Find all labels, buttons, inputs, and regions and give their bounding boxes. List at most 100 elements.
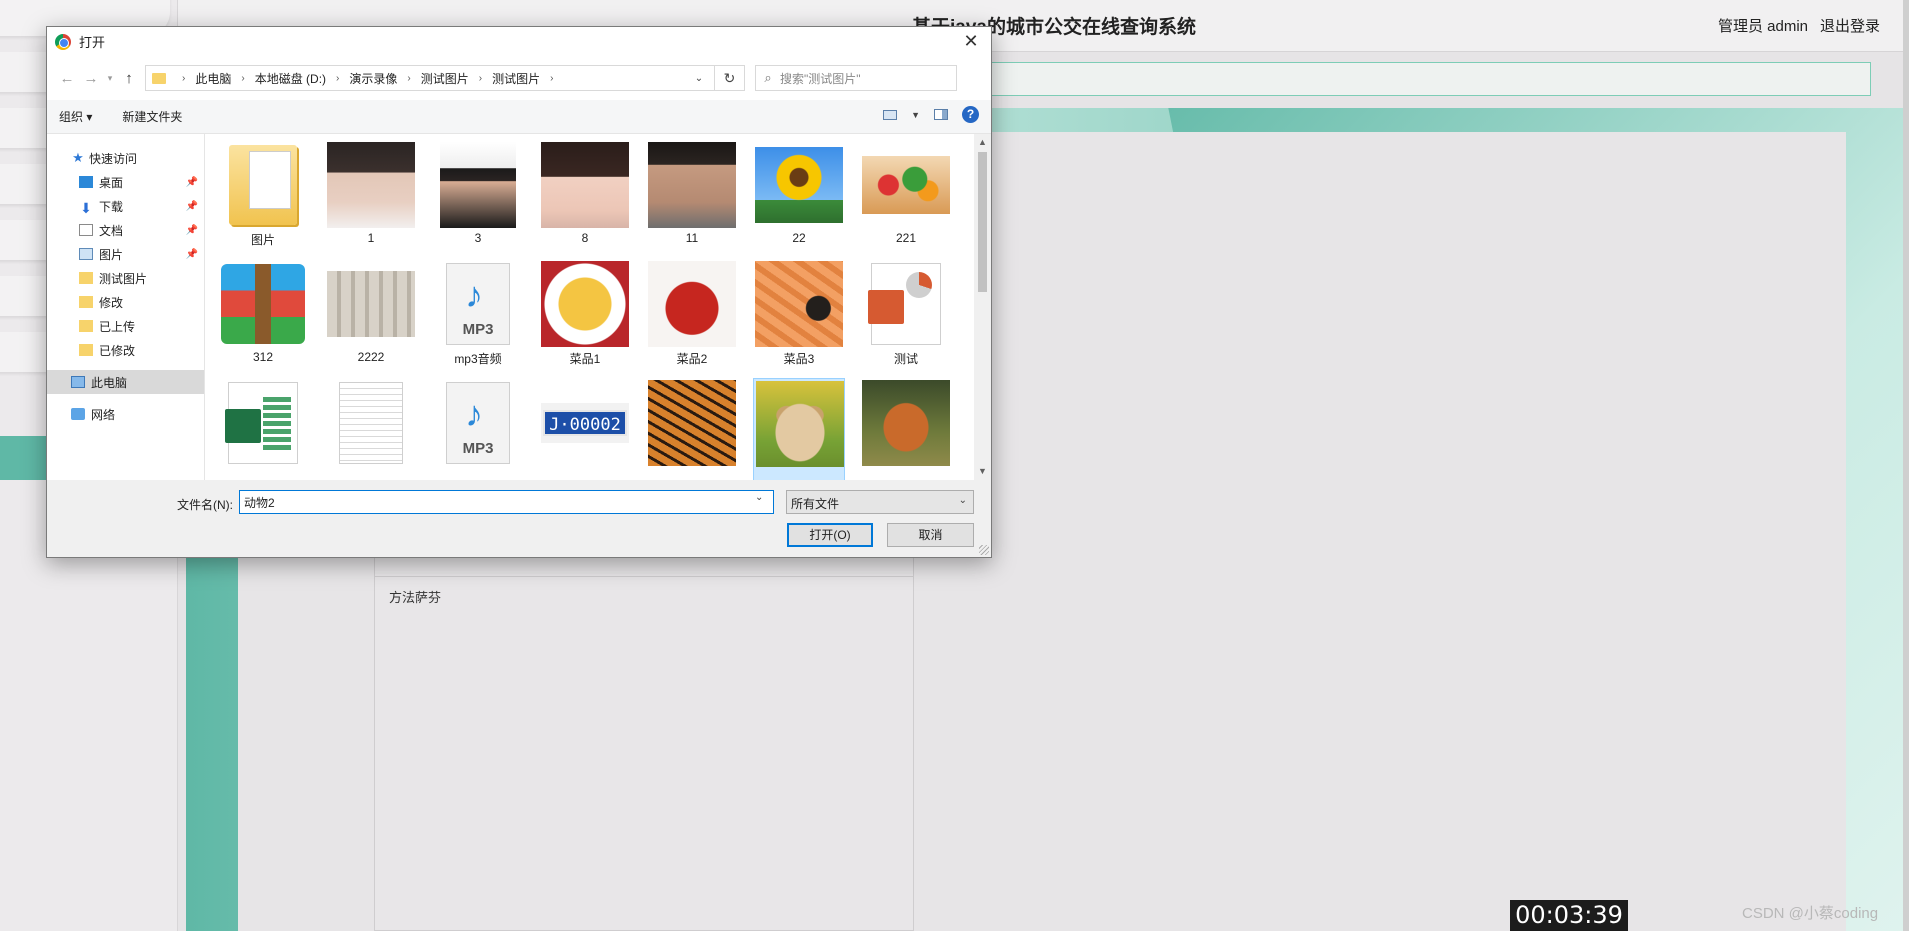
- scroll-up-icon[interactable]: ▲: [974, 134, 991, 151]
- chevron-down-icon: ▾: [107, 72, 113, 83]
- page-scrollbar[interactable]: [1903, 0, 1909, 931]
- preview-pane-icon[interactable]: [934, 109, 948, 120]
- file-item[interactable]: 测试: [860, 259, 952, 367]
- change-view-icon[interactable]: [883, 109, 898, 120]
- file-item-selected[interactable]: [753, 378, 845, 480]
- image-thumbnail: [755, 261, 843, 347]
- file-item[interactable]: 312: [217, 259, 309, 367]
- file-item[interactable]: [646, 378, 738, 480]
- view-options-caret-icon[interactable]: ▼: [911, 110, 920, 120]
- organize-menu[interactable]: 组织 ▾: [59, 108, 92, 125]
- recent-locations-button[interactable]: ▾: [103, 66, 117, 90]
- forward-button[interactable]: →: [79, 66, 103, 90]
- up-button[interactable]: ↑: [117, 66, 141, 90]
- file-item[interactable]: 图片: [217, 140, 309, 248]
- file-item[interactable]: [325, 378, 417, 480]
- image-thumbnail: [862, 380, 950, 466]
- dialog-titlebar: 打开 ✕: [47, 27, 991, 56]
- new-folder-button[interactable]: 新建文件夹: [122, 108, 182, 125]
- help-icon[interactable]: ?: [962, 106, 979, 123]
- close-icon: ✕: [963, 31, 979, 51]
- file-item[interactable]: 11: [646, 140, 738, 248]
- chevron-down-icon[interactable]: ⌄: [755, 492, 763, 503]
- file-item[interactable]: 菜品2: [646, 259, 738, 367]
- star-icon: ★: [72, 150, 84, 165]
- nav-item-pictures[interactable]: 图片 📌: [47, 242, 204, 266]
- folder-icon: [79, 272, 93, 284]
- file-item[interactable]: 221: [860, 140, 952, 248]
- file-item[interactable]: J·00002: [539, 378, 631, 480]
- resize-grip-icon[interactable]: [979, 545, 989, 555]
- search-box[interactable]: ⌕ 搜索"测试图片": [755, 65, 957, 91]
- scroll-down-icon[interactable]: ▼: [974, 463, 991, 480]
- chevron-right-icon: ›: [182, 72, 186, 84]
- file-item[interactable]: 菜品3: [753, 259, 845, 367]
- nav-item-label: 桌面: [99, 175, 124, 190]
- nav-item-network[interactable]: 网络: [47, 402, 204, 426]
- nav-item-documents[interactable]: 文档 📌: [47, 218, 204, 242]
- arrow-right-icon: →: [83, 69, 99, 87]
- file-item[interactable]: 2222: [325, 259, 417, 367]
- folder-icon: [79, 296, 93, 308]
- nav-item-test-pictures[interactable]: 测试图片: [47, 266, 204, 290]
- music-note-icon: ♪: [465, 393, 483, 434]
- nav-item-downloads[interactable]: ⬇ 下载 📌: [47, 194, 204, 218]
- image-thumbnail: J·00002: [541, 403, 629, 443]
- close-button[interactable]: ✕: [951, 27, 991, 56]
- nav-item-this-pc[interactable]: 此电脑: [47, 370, 204, 394]
- chevron-right-icon: ›: [336, 72, 340, 84]
- file-item[interactable]: ♪ MP3: [432, 378, 524, 480]
- file-name: 3: [474, 231, 482, 245]
- address-bar[interactable]: › 此电脑 › 本地磁盘 (D:) › 演示录像 › 测试图片 › 测试图片 ›…: [145, 65, 745, 91]
- file-item[interactable]: ♪ MP3 mp3音频: [432, 259, 524, 367]
- file-item[interactable]: [217, 378, 309, 480]
- file-name: 8: [581, 231, 589, 245]
- image-thumbnail: [755, 147, 843, 223]
- file-name: mp3音频: [454, 352, 502, 366]
- image-thumbnail: [648, 380, 736, 466]
- rich-text-editor[interactable]: 方法萨芬: [374, 540, 914, 931]
- file-type-value: 所有文件: [791, 497, 840, 511]
- nav-item-modified[interactable]: 已修改: [47, 338, 204, 362]
- address-history-button[interactable]: ⌄: [688, 66, 710, 90]
- back-button[interactable]: ←: [55, 66, 79, 90]
- refresh-button[interactable]: ↻: [714, 66, 744, 90]
- pin-icon: 📌: [185, 248, 198, 260]
- breadcrumb-item[interactable]: 此电脑: [195, 70, 231, 87]
- file-item[interactable]: 22: [753, 140, 845, 248]
- dialog-body: ★ 快速访问 桌面 📌 ⬇ 下载 📌 文档 📌 图片 📌 测试图片 修改 已上传…: [47, 134, 991, 480]
- file-item[interactable]: 8: [539, 140, 631, 248]
- breadcrumb-item[interactable]: 测试图片: [492, 70, 540, 87]
- chevron-down-icon: ⌄: [694, 72, 704, 84]
- nav-item-modify[interactable]: 修改: [47, 290, 204, 314]
- desktop-icon: [79, 176, 93, 188]
- breadcrumb-item[interactable]: 测试图片: [421, 70, 469, 87]
- editor-content[interactable]: 方法萨芬: [375, 577, 913, 616]
- file-item[interactable]: 1: [325, 140, 417, 248]
- nav-item-label: 已修改: [99, 343, 136, 358]
- refresh-icon: ↻: [723, 69, 736, 86]
- nav-item-label: 网络: [91, 407, 116, 422]
- file-item[interactable]: 菜品1: [539, 259, 631, 367]
- breadcrumb-item[interactable]: 本地磁盘 (D:): [255, 70, 326, 87]
- image-thumbnail: [648, 261, 736, 347]
- nav-item-quick-access[interactable]: ★ 快速访问: [47, 146, 204, 170]
- scrollbar-thumb[interactable]: [978, 152, 987, 292]
- file-type-select[interactable]: 所有文件 ⌄: [786, 490, 974, 514]
- nav-item-desktop[interactable]: 桌面 📌: [47, 170, 204, 194]
- open-button[interactable]: 打开(O): [787, 523, 873, 547]
- command-bar: 组织 ▾ 新建文件夹 ▼ ?: [47, 100, 991, 134]
- mp3-thumbnail: ♪ MP3: [446, 382, 510, 464]
- logout-link[interactable]: 退出登录: [1820, 15, 1880, 36]
- text-file-thumbnail: [339, 382, 403, 464]
- file-item[interactable]: 3: [432, 140, 524, 248]
- pin-icon: 📌: [185, 200, 198, 212]
- cancel-button[interactable]: 取消: [887, 523, 974, 547]
- file-item[interactable]: [860, 378, 952, 480]
- nav-item-uploaded[interactable]: 已上传: [47, 314, 204, 338]
- breadcrumb-item[interactable]: 演示录像: [349, 70, 397, 87]
- chevron-down-icon: ⌄: [958, 495, 967, 506]
- file-name: 2222: [357, 350, 385, 364]
- filename-input[interactable]: 动物2: [239, 490, 774, 514]
- file-grid-scrollbar[interactable]: ▲ ▼: [974, 134, 991, 480]
